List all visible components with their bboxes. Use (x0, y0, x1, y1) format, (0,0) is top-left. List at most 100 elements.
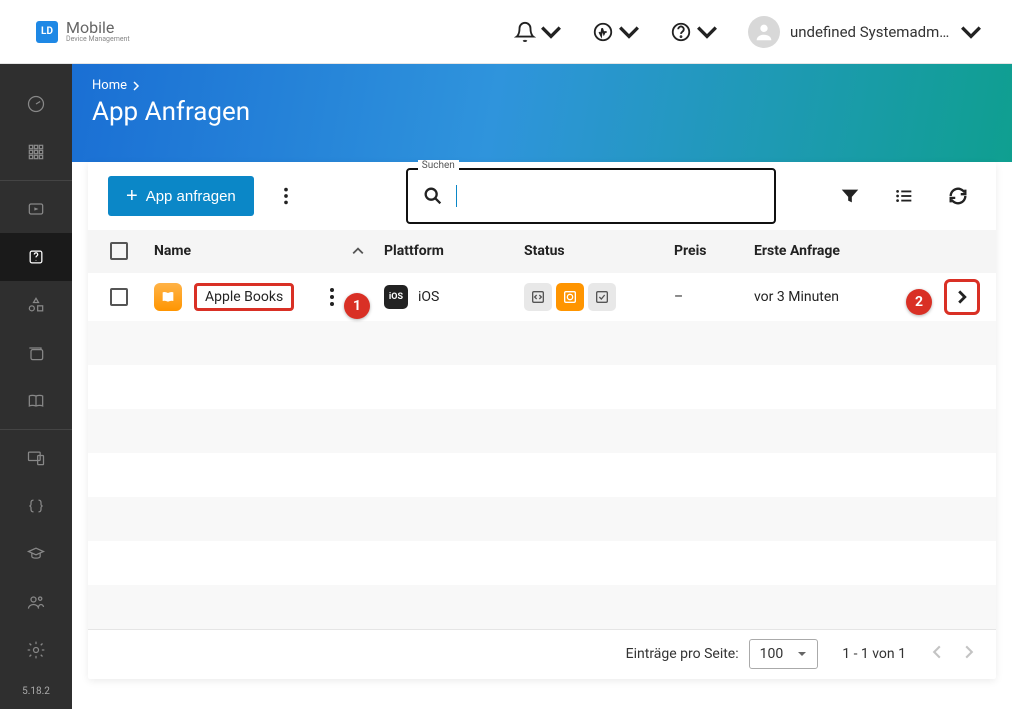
status-pending[interactable] (556, 283, 584, 311)
empty-row (88, 365, 996, 409)
sidebar-item-devices[interactable] (0, 434, 72, 482)
play-box-icon (26, 199, 46, 219)
platform-text: iOS (418, 289, 439, 305)
dropdown-icon (797, 649, 807, 659)
column-platform[interactable]: Plattform (374, 243, 514, 259)
sidebar-item-settings[interactable] (0, 626, 72, 674)
sidebar-item-requests[interactable] (0, 233, 72, 281)
table: Name Plattform Status Preis Erste Anfrag… (88, 230, 996, 679)
sort-asc-icon (352, 245, 364, 257)
more-actions-button[interactable] (268, 178, 304, 214)
sidebar: 5.18.2 (0, 64, 72, 709)
clock-box-icon (562, 289, 578, 305)
help-menu[interactable] (664, 15, 724, 49)
book-open-icon (160, 289, 176, 305)
row-checkbox[interactable] (110, 288, 128, 306)
logo-icon: LD (36, 21, 58, 43)
sidebar-item-dashboard[interactable] (0, 80, 72, 128)
callout-marker-2: 2 (906, 289, 932, 315)
app-name-text: Apple Books (205, 289, 283, 305)
logo[interactable]: LD Mobile Device Management (36, 20, 130, 43)
users-icon (26, 592, 46, 612)
request-app-button[interactable]: + App anfragen (108, 176, 254, 216)
row-details-button[interactable] (944, 279, 980, 315)
username: undefined Systemadmi... (790, 23, 950, 41)
chevron-left-icon (930, 645, 944, 659)
brand-name: Mobile (66, 20, 130, 36)
check-box-icon (594, 289, 610, 305)
column-first-request[interactable]: Erste Anfrage (744, 243, 934, 259)
sidebar-item-education[interactable] (0, 530, 72, 578)
page-range: 1 - 1 von 1 (842, 646, 906, 662)
sidebar-item-structure[interactable] (0, 281, 72, 329)
view-list-button[interactable] (886, 178, 922, 214)
column-name[interactable]: Name (144, 243, 374, 259)
per-page-label: Einträge pro Seite: (626, 646, 739, 662)
page-size-select[interactable]: 100 (749, 639, 819, 669)
search-field-wrap: Suchen (406, 168, 776, 224)
more-vert-icon (275, 185, 297, 207)
app-name-link[interactable]: Apple Books (194, 283, 294, 311)
next-page-button[interactable] (962, 645, 976, 663)
graduation-icon (26, 544, 46, 564)
braces-icon (26, 496, 46, 516)
column-name-label: Name (154, 243, 191, 259)
column-price[interactable]: Preis (664, 243, 744, 259)
empty-row (88, 321, 996, 365)
brand-sub: Device Management (66, 36, 130, 43)
content-card: + App anfragen Suchen (88, 162, 996, 679)
sidebar-item-docs[interactable] (0, 377, 72, 425)
stack-icon (26, 343, 46, 363)
status-approved[interactable] (588, 283, 616, 311)
price-text: – (674, 289, 683, 305)
select-all-checkbox[interactable] (110, 242, 128, 260)
search-input[interactable] (469, 188, 760, 205)
sidebar-item-library[interactable] (0, 329, 72, 377)
prev-page-button[interactable] (930, 645, 944, 663)
code-box-icon (530, 289, 546, 305)
sidebar-item-apps[interactable] (0, 128, 72, 176)
help-icon (670, 21, 692, 43)
empty-row (88, 541, 996, 585)
chevron-right-icon (955, 290, 969, 304)
status-created[interactable] (524, 283, 552, 311)
breadcrumb[interactable]: Home (92, 78, 992, 93)
book-icon (26, 391, 46, 411)
hierarchy-icon (26, 295, 46, 315)
callout-marker-1: 1 (344, 293, 370, 319)
hero-banner: Home App Anfragen (72, 64, 1012, 162)
toolbar: + App anfragen Suchen (88, 162, 996, 230)
chevron-down-icon (960, 21, 982, 43)
column-first-label: Erste Anfrage (754, 243, 840, 259)
empty-row (88, 409, 996, 453)
version-label: 5.18.2 (22, 686, 50, 697)
refresh-button[interactable] (940, 178, 976, 214)
page-size-value: 100 (760, 646, 784, 662)
gauge-icon (26, 94, 46, 114)
column-price-label: Preis (674, 243, 706, 259)
breadcrumb-home: Home (92, 78, 127, 93)
user-menu[interactable]: undefined Systemadmi... (742, 10, 988, 54)
search-label: Suchen (418, 160, 459, 171)
activity-icon (592, 21, 614, 43)
request-icon (26, 247, 46, 267)
column-check (94, 242, 144, 260)
table-body: Apple Books 1 iOS iOS (88, 273, 996, 629)
row-menu-button[interactable] (330, 288, 340, 306)
chevron-down-icon (618, 21, 640, 43)
search-box[interactable] (406, 168, 776, 224)
refresh-icon (947, 185, 969, 207)
empty-row (88, 497, 996, 541)
column-status[interactable]: Status (514, 243, 664, 259)
sidebar-item-profiles[interactable] (0, 482, 72, 530)
activity-menu[interactable] (586, 15, 646, 49)
search-icon (422, 185, 444, 207)
logo-text: Mobile Device Management (66, 20, 130, 43)
sidebar-item-users[interactable] (0, 578, 72, 626)
grid-icon (26, 142, 46, 162)
sidebar-item-kiosk[interactable] (0, 185, 72, 233)
main: Home App Anfragen + App anfragen Suchen (72, 64, 1012, 709)
chevron-right-icon (131, 81, 141, 91)
notifications-menu[interactable] (508, 15, 568, 49)
filter-button[interactable] (832, 178, 868, 214)
